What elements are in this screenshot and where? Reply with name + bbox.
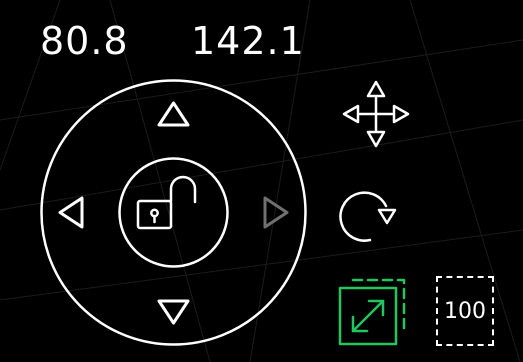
lock-button[interactable] <box>136 175 197 230</box>
move-icon[interactable] <box>338 76 414 152</box>
unlock-icon <box>136 175 197 230</box>
right-arrow-button[interactable] <box>263 196 289 229</box>
up-arrow-icon <box>157 101 190 127</box>
right-arrow-icon <box>263 196 289 229</box>
direction-pad <box>38 77 309 348</box>
down-arrow-button[interactable] <box>157 299 190 325</box>
joystick-panel: 80.8 142.1 100 <box>0 0 523 362</box>
y-coordinate-readout: 142.1 <box>191 19 305 63</box>
down-arrow-icon <box>157 299 190 325</box>
left-arrow-icon <box>58 196 84 229</box>
up-arrow-button[interactable] <box>157 101 190 127</box>
x-coordinate-readout: 80.8 <box>40 19 129 63</box>
rotate-icon[interactable] <box>331 180 413 250</box>
dpad-inner-ring <box>118 157 229 268</box>
resize-icon[interactable] <box>333 273 411 351</box>
left-arrow-button[interactable] <box>58 196 84 229</box>
zoom-level-button[interactable]: 100 <box>436 276 494 346</box>
